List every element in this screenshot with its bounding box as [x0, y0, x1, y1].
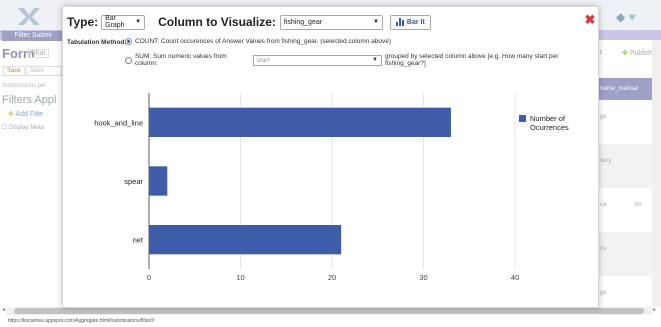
- table-cell: ge: [600, 290, 607, 296]
- display-metadata-checkbox[interactable]: ☐ Display Meta: [2, 124, 44, 131]
- submissions-per-label: Submissions per: [2, 83, 47, 89]
- heart-icon[interactable]: ♥: [629, 10, 636, 24]
- publish-button[interactable]: ✤ Publish: [622, 49, 653, 57]
- save-name-field[interactable]: Save: [26, 66, 62, 76]
- table-cell: An: [634, 202, 642, 208]
- bar-net[interactable]: [149, 225, 342, 255]
- table-cell: ge: [600, 114, 607, 120]
- status-bar-url: https://korastree.appspot.com/Aggregate.…: [0, 316, 661, 327]
- legend-swatch: [519, 115, 526, 122]
- category-label: hook_and_line: [94, 118, 143, 127]
- table-cell: racy: [600, 158, 612, 164]
- publish-icon: ✤: [622, 50, 630, 57]
- toolbar-fragment: t: [600, 49, 602, 56]
- bar-chart: hook_and_linespear net 0 10 20 30 40 Number o…: [94, 93, 569, 282]
- visualize-dialog: Type: Bar Graph ▼ Column to Visualize: f…: [62, 6, 599, 308]
- diamond-icon[interactable]: ◆: [616, 10, 625, 24]
- x-tick-label: 0: [147, 273, 151, 282]
- add-filter-label: Add Filte: [15, 111, 44, 118]
- filter-submissions-tab[interactable]: Filter Submi: [2, 31, 64, 41]
- category-label: spear: [124, 177, 143, 186]
- chart-bars: [149, 107, 451, 255]
- chart-tick-labels: 0 10 20 30 40: [147, 273, 519, 282]
- filters-heading: Filters Appl: [2, 94, 57, 106]
- header-icons: ◆ ♥: [616, 10, 636, 24]
- legend-label: Number of Ocurrences: [530, 114, 569, 132]
- x-tick-label: 10: [236, 273, 244, 282]
- app-logo-icon: [18, 8, 40, 25]
- vertical-scrollbar[interactable]: [652, 40, 661, 307]
- x-tick-label: 30: [419, 273, 427, 282]
- checkbox-icon: ☐: [2, 125, 10, 131]
- publish-label: Publish: [629, 50, 653, 57]
- table-cell: ris: [600, 246, 607, 252]
- bar-hook_and_line[interactable]: [149, 107, 451, 137]
- bar-spear[interactable]: [149, 166, 168, 196]
- display-metadata-label: Display Meta: [9, 125, 44, 131]
- chart-category-labels: hook_and_linespear net: [94, 118, 144, 244]
- chart-legend: Number of Ocurrences: [519, 114, 569, 132]
- category-label: net: [133, 236, 144, 245]
- save-button[interactable]: Save: [3, 66, 25, 76]
- scroll-right-icon[interactable]: ▸: [653, 306, 656, 313]
- x-tick-label: 40: [511, 273, 519, 282]
- table-cell: ca: [600, 202, 607, 208]
- share-button[interactable]: Shar: [28, 49, 49, 58]
- add-filter-button[interactable]: ✚ Add Filte: [8, 110, 43, 118]
- x-tick-label: 20: [328, 273, 336, 282]
- scroll-left-icon[interactable]: ◂: [2, 306, 5, 313]
